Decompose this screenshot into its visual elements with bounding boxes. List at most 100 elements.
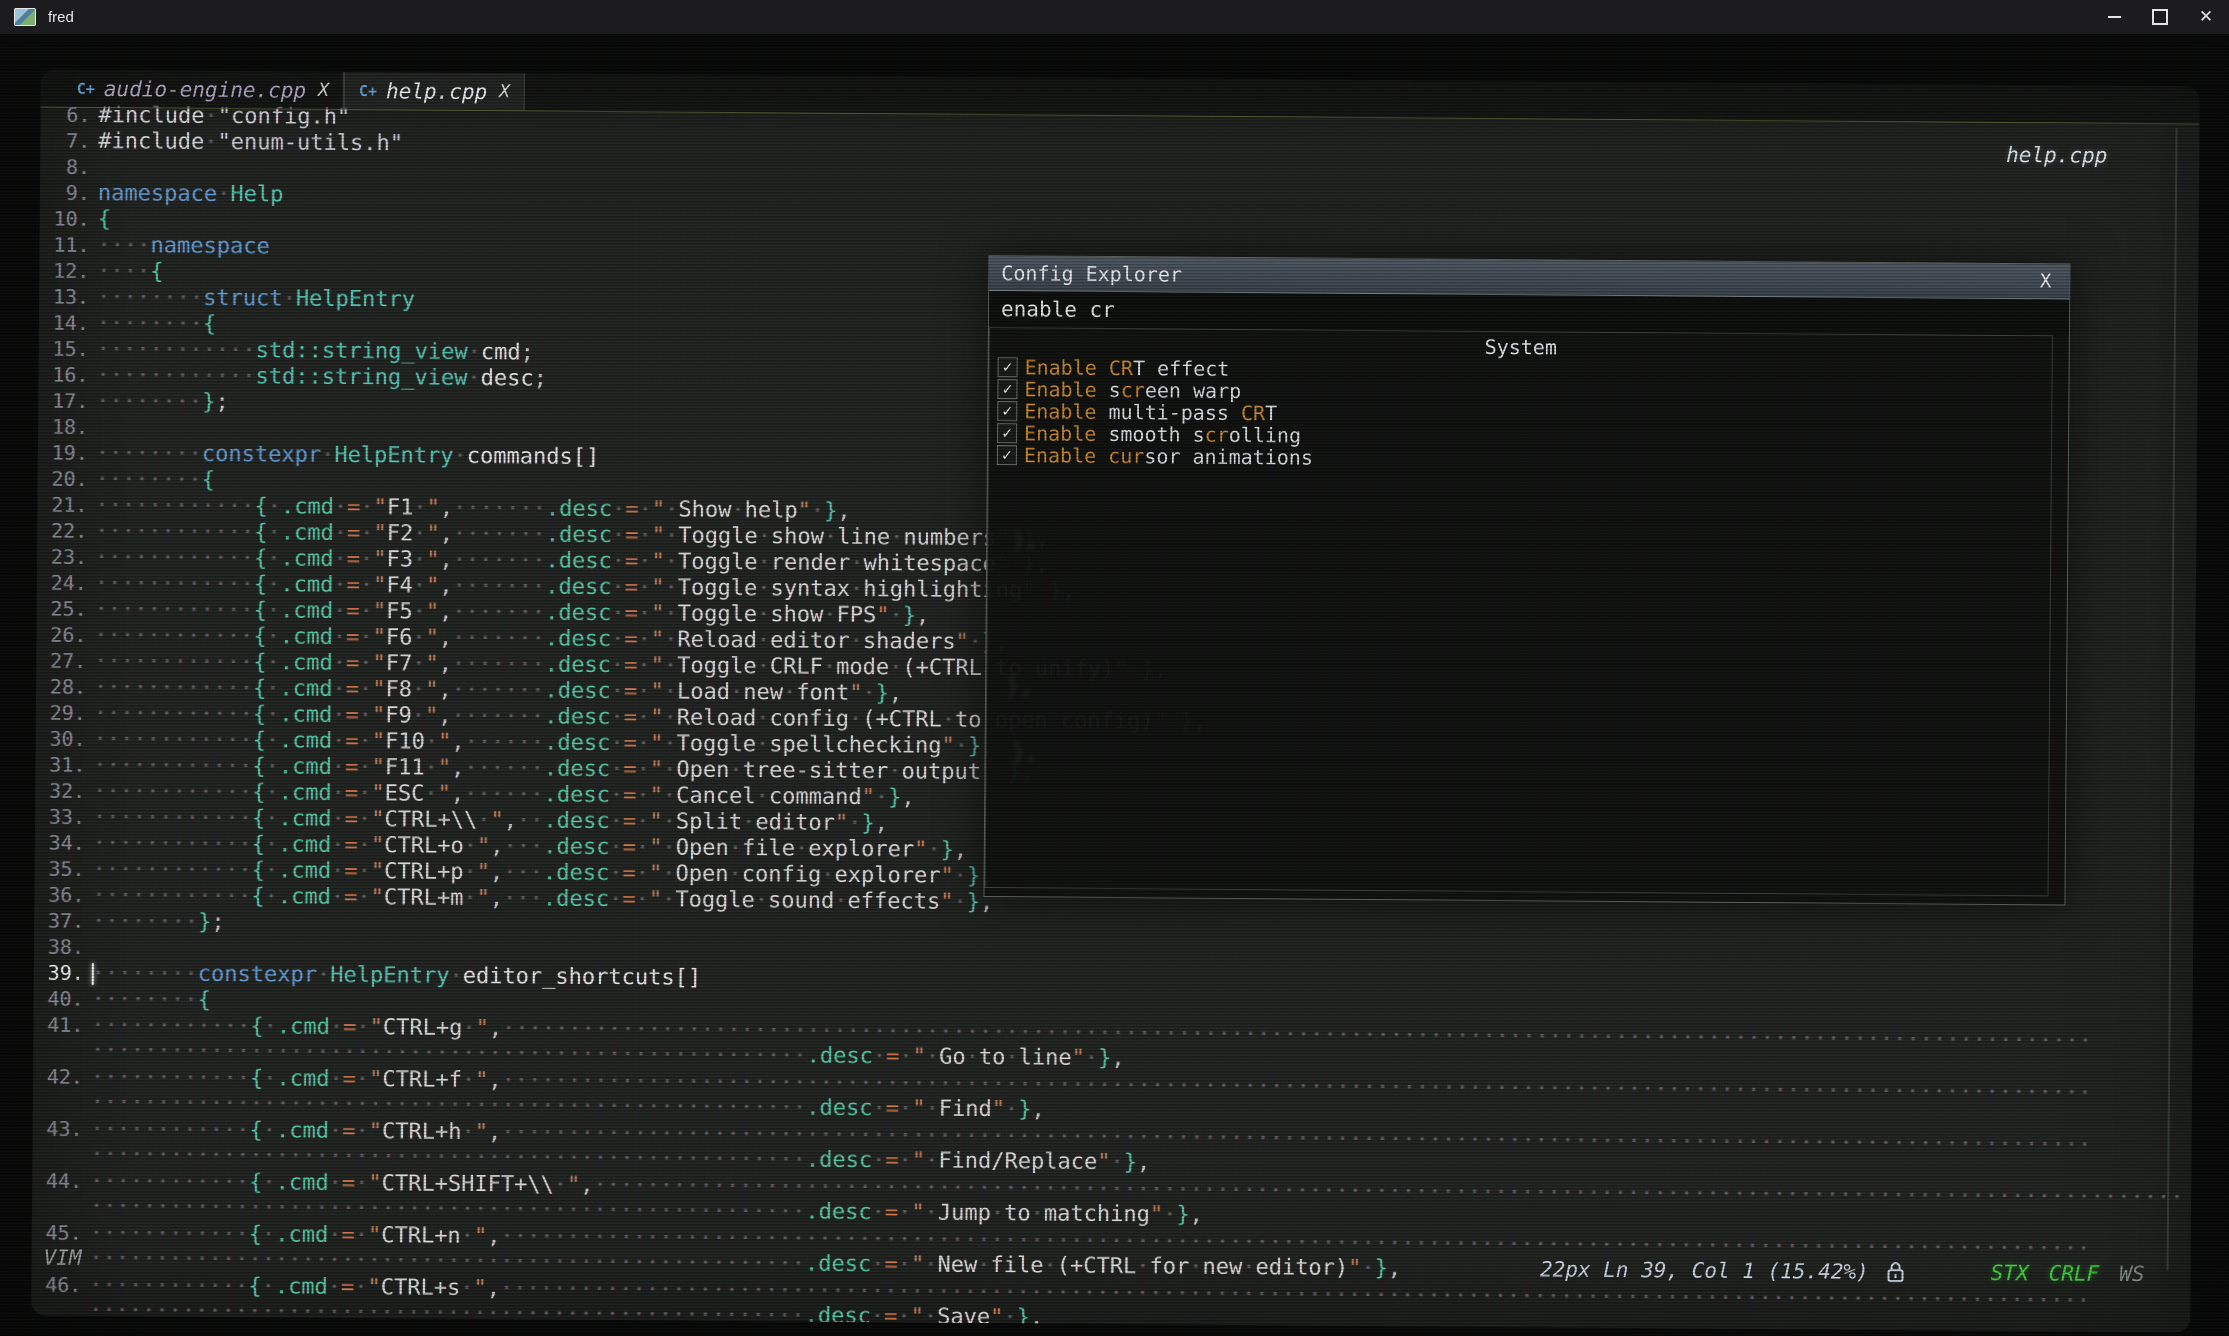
editor-surface: C+audio-engine.cppXC+help.cppX help.cpp …	[31, 70, 2200, 1333]
tab-audio-engine.cpp[interactable]: C+ audio-engine.cpp X	[63, 70, 344, 109]
tab-close-icon[interactable]: X	[318, 80, 329, 101]
config-option-label: T effect	[1133, 356, 1230, 381]
tab-label: audio-engine.cpp	[104, 77, 306, 103]
config-option-label	[1096, 444, 1108, 468]
status-flag-crlf: CRLF	[2049, 1261, 2100, 1285]
config-option-label: Enable	[1024, 399, 1096, 424]
line-number: 23.	[37, 544, 87, 570]
line-number: 20.	[38, 466, 88, 492]
maximize-icon	[2152, 9, 2168, 25]
line-number: 10.	[40, 206, 90, 232]
line-number: 14.	[39, 310, 89, 336]
line-number: 43.	[33, 1116, 83, 1142]
tab-close-icon[interactable]: X	[499, 81, 510, 102]
config-option-label: olling	[1229, 423, 1301, 448]
cursor-position-text: 22px Ln 39, Col 1 (15.42%)	[1540, 1257, 1869, 1284]
line-number: 29.	[36, 700, 86, 726]
line-number: 34.	[35, 830, 85, 856]
config-option-label	[1097, 356, 1109, 380]
close-button[interactable]: ✕	[2183, 0, 2229, 34]
line-number: 31.	[35, 752, 85, 778]
file-flags: STX CRLF WS	[1971, 1261, 2145, 1286]
lock-icon	[1885, 1260, 1907, 1284]
window-titlebar: fred ✕	[0, 0, 2229, 34]
line-number: 39.	[34, 960, 84, 986]
config-option-list: ✓Enable CRT effect✓Enable screen warp✓En…	[989, 356, 2052, 474]
line-number: 38.	[34, 934, 84, 960]
line-number: 40.	[34, 986, 84, 1012]
config-explorer-popup: Config Explorer X enable cr System ✓Enab…	[983, 255, 2070, 905]
popup-close-button[interactable]: X	[2034, 270, 2058, 292]
line-number: 45.	[32, 1220, 82, 1246]
config-option-label: CR	[1241, 401, 1265, 425]
line-number: 32.	[35, 778, 85, 804]
line-number: 21.	[37, 492, 87, 518]
ghost-text: },	[1012, 528, 1039, 553]
line-number: 22.	[37, 518, 87, 544]
line-number: 15.	[39, 336, 89, 362]
line-number: 41.	[33, 1012, 83, 1038]
line-number: 36.	[34, 882, 84, 908]
minimize-button[interactable]	[2091, 0, 2137, 34]
cpp-file-icon: C+	[77, 79, 95, 97]
window-title: fred	[48, 9, 74, 26]
config-option-label: Enable	[1025, 355, 1097, 380]
line-number: 18.	[38, 414, 88, 440]
line-number: 27.	[36, 648, 86, 674]
line-number: 17.	[38, 388, 88, 414]
tab-help.cpp[interactable]: C+ help.cpp X	[344, 72, 525, 110]
app-icon	[14, 8, 36, 26]
checkbox-checked-icon[interactable]: ✓	[998, 357, 1018, 377]
line-number: 13.	[39, 284, 89, 310]
line-number: 9.	[40, 180, 90, 206]
line-number: 25.	[37, 596, 87, 622]
line-number: 11.	[39, 232, 89, 258]
popup-content-frame: System ✓Enable CRT effect✓Enable screen …	[985, 327, 2053, 896]
line-number: 47.	[31, 1324, 81, 1333]
checkbox-checked-icon[interactable]: ✓	[997, 401, 1017, 421]
config-option-label: T	[1265, 401, 1277, 425]
line-number: 26.	[36, 622, 86, 648]
config-option-label: smooth s	[1096, 422, 1205, 447]
checkbox-checked-icon[interactable]: ✓	[997, 423, 1017, 443]
line-number: 24.	[37, 570, 87, 596]
config-option-label: Enable	[1024, 377, 1096, 402]
popup-title: Config Explorer	[1001, 261, 1182, 286]
close-icon: ✕	[2199, 9, 2213, 26]
line-number: 16.	[38, 362, 88, 388]
line-number: 12.	[39, 258, 89, 284]
window-controls: ✕	[2091, 0, 2229, 34]
line-number: 33.	[35, 804, 85, 830]
cpp-file-icon: C+	[359, 82, 377, 100]
line-number: 35.	[35, 856, 85, 882]
line-number: 7.	[40, 128, 90, 154]
config-option-label: een warp	[1145, 378, 1242, 403]
line-number: 46.	[31, 1272, 81, 1298]
config-option-label: CR	[1109, 356, 1133, 380]
checkbox-checked-icon[interactable]: ✓	[997, 379, 1017, 399]
config-option-label: s	[1097, 378, 1121, 402]
editor-mode-indicator: VIM	[44, 1246, 82, 1270]
line-number: 42.	[33, 1064, 83, 1090]
line-number: 8.	[40, 154, 90, 180]
config-option-label: Enable	[1024, 421, 1096, 446]
config-option-label: Enable	[1024, 443, 1096, 468]
ghost-text: },	[1006, 674, 1033, 699]
line-number: 19.	[38, 440, 88, 466]
checkbox-checked-icon[interactable]: ✓	[997, 445, 1017, 465]
line-number: 44.	[32, 1168, 82, 1194]
config-option-label: cur	[1108, 444, 1144, 468]
status-flag-stx: STX	[1991, 1261, 2029, 1285]
config-option-label: sor animations	[1144, 444, 1313, 469]
ghost-text: },	[1011, 740, 1038, 765]
file-name-overlay: help.cpp	[2006, 143, 2107, 168]
line-number: 30.	[36, 726, 86, 752]
line-number: 37.	[34, 908, 84, 934]
status-flag-ws: WS	[2119, 1262, 2144, 1286]
config-option-label: cr	[1205, 423, 1229, 447]
line-number: 28.	[36, 674, 86, 700]
config-option-label: cr	[1121, 378, 1145, 402]
minimize-icon	[2108, 16, 2121, 18]
maximize-button[interactable]	[2137, 0, 2183, 34]
tab-label: help.cpp	[386, 79, 487, 104]
